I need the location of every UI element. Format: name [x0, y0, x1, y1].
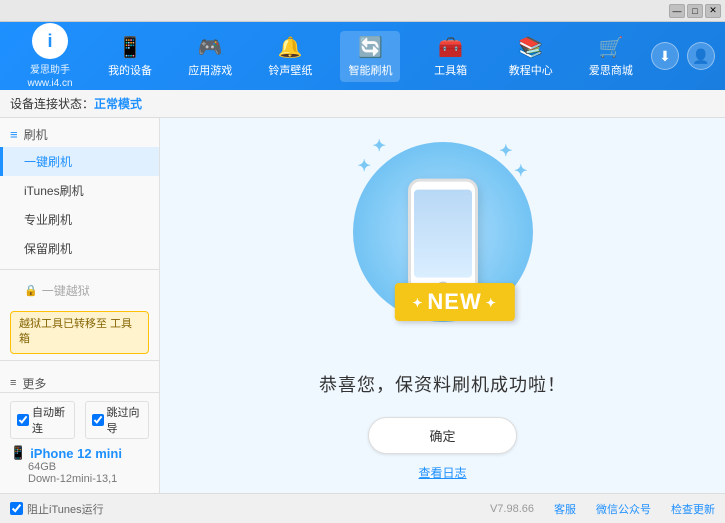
status-value: 正常模式	[94, 95, 142, 112]
status-bar: 设备连接状态： 正常模式	[0, 90, 725, 118]
device-phone-icon: 📱	[10, 445, 26, 461]
sidebar-item-save-flash[interactable]: 保留刷机	[0, 234, 159, 263]
store-icon: 🛒	[598, 35, 623, 60]
close-button[interactable]: ✕	[705, 4, 721, 18]
main-layout: ≡ 刷机 一键刷机 iTunes刷机 专业刷机 保留刷机 🔒 一键越狱 越狱工具…	[0, 118, 725, 493]
sidebar-divider-2	[0, 360, 159, 361]
skip-wizard-input[interactable]	[92, 414, 104, 426]
checkbox-row: 自动断连 跳过向导	[10, 401, 149, 439]
my-device-icon: 📱	[118, 35, 143, 60]
version-text: V7.98.66	[490, 503, 534, 515]
sparkle-1: ✦	[373, 136, 386, 156]
header-actions: ⬇ 👤	[651, 42, 715, 70]
nav-apps-games[interactable]: 🎮 应用游戏	[180, 31, 240, 82]
disabled-label: 一键越狱	[42, 282, 90, 299]
confirm-button[interactable]: 确定	[368, 417, 516, 454]
status-label: 设备连接状态：	[10, 95, 94, 112]
more-section-header: ≡ 更多	[0, 367, 159, 392]
device-info: 📱 iPhone 12 mini 64GB Down-12mini-13,1	[10, 445, 149, 485]
sparkle-4: ✦	[358, 156, 371, 176]
success-text: 恭喜您，保资料刷机成功啦！	[319, 371, 566, 397]
logo-area: i 爱思助手 www.i4.cn	[10, 23, 90, 89]
sidebar-bottom: 自动断连 跳过向导 📱 iPhone 12 mini 64GB Down-12m…	[0, 392, 159, 493]
phone-illustration: ✦ ✦ ✦ ✦ NEW	[343, 131, 543, 351]
new-badge: NEW	[394, 283, 514, 321]
block-itunes-checkbox[interactable]	[10, 502, 23, 515]
nav-tutorials-label: 教程中心	[509, 62, 553, 78]
flash-section-icon: ≡	[10, 127, 18, 142]
nav-apps-games-label: 应用游戏	[188, 62, 232, 78]
more-section-label: 更多	[22, 375, 46, 392]
flash-section-label: 刷机	[24, 126, 48, 143]
minimize-button[interactable]: —	[669, 4, 685, 18]
nav-ringtones-label: 铃声壁纸	[268, 62, 312, 78]
flash-section-header: ≡ 刷机	[0, 118, 159, 147]
nav-my-device[interactable]: 📱 我的设备	[100, 31, 160, 82]
sidebar-divider-1	[0, 269, 159, 270]
smart-flash-icon: 🔄	[358, 35, 383, 60]
wechat-link[interactable]: 微信公众号	[596, 501, 651, 517]
nav-store[interactable]: 🛒 爱思商城	[581, 31, 641, 82]
device-model: Down-12mini-13,1	[10, 473, 149, 485]
device-name-text: iPhone 12 mini	[30, 446, 122, 461]
title-bar: — □ ✕	[0, 0, 725, 22]
nav-smart-flash[interactable]: 🔄 智能刷机	[340, 31, 400, 82]
block-itunes-label: 阻止iTunes运行	[27, 501, 104, 517]
sparkle-3: ✦	[514, 161, 527, 181]
device-storage: 64GB	[10, 461, 149, 473]
nav-my-device-label: 我的设备	[108, 62, 152, 78]
sidebar-scroll: ≡ 刷机 一键刷机 iTunes刷机 专业刷机 保留刷机 🔒 一键越狱 越狱工具…	[0, 118, 159, 392]
apps-games-icon: 🎮	[198, 35, 223, 60]
header: i 爱思助手 www.i4.cn 📱 我的设备 🎮 应用游戏 🔔 铃声壁纸 🔄 …	[0, 22, 725, 90]
sidebar-notice: 越狱工具已转移至 工具箱	[10, 311, 149, 354]
user-button[interactable]: 👤	[687, 42, 715, 70]
logo-icon: i	[32, 23, 68, 59]
sidebar-item-pro-flash[interactable]: 专业刷机	[0, 205, 159, 234]
content-area: ✦ ✦ ✦ ✦ NEW 恭喜您，保资料刷机成功啦！ 确定 查看日志	[160, 118, 725, 493]
tutorials-icon: 📚	[518, 35, 543, 60]
bottom-bar-left: 阻止iTunes运行	[10, 501, 490, 517]
device-name: 📱 iPhone 12 mini	[10, 445, 149, 461]
lock-icon: 🔒	[24, 284, 38, 297]
nav-ringtones[interactable]: 🔔 铃声壁纸	[260, 31, 320, 82]
phone-body	[408, 178, 478, 298]
nav-bar: 📱 我的设备 🎮 应用游戏 🔔 铃声壁纸 🔄 智能刷机 🧰 工具箱 📚 教程中心…	[90, 31, 651, 82]
sidebar-item-one-click-flash[interactable]: 一键刷机	[0, 147, 159, 176]
sidebar-item-jailbreak-disabled: 🔒 一键越狱	[0, 276, 159, 305]
ringtones-icon: 🔔	[278, 35, 303, 60]
nav-tutorials[interactable]: 📚 教程中心	[501, 31, 561, 82]
sidebar: ≡ 刷机 一键刷机 iTunes刷机 专业刷机 保留刷机 🔒 一键越狱 越狱工具…	[0, 118, 160, 493]
logo-name: 爱思助手	[30, 61, 70, 76]
nav-smart-flash-label: 智能刷机	[348, 62, 392, 78]
maximize-button[interactable]: □	[687, 4, 703, 18]
skip-wizard-label: 跳过向导	[107, 404, 143, 436]
bottom-bar-right: V7.98.66 客服 微信公众号 检查更新	[490, 501, 715, 517]
bottom-bar: 阻止iTunes运行 V7.98.66 客服 微信公众号 检查更新	[0, 493, 725, 523]
auto-disconnect-checkbox[interactable]: 自动断连	[10, 401, 75, 439]
toolbox-icon: 🧰	[438, 35, 463, 60]
phone-screen	[414, 189, 472, 277]
check-update-link[interactable]: 检查更新	[671, 501, 715, 517]
skip-wizard-checkbox[interactable]: 跳过向导	[85, 401, 150, 439]
log-link[interactable]: 查看日志	[418, 464, 466, 481]
customer-service-link[interactable]: 客服	[554, 501, 576, 517]
sparkle-2: ✦	[499, 141, 512, 161]
download-button[interactable]: ⬇	[651, 42, 679, 70]
nav-toolbox[interactable]: 🧰 工具箱	[421, 31, 481, 82]
auto-disconnect-input[interactable]	[17, 414, 29, 426]
nav-toolbox-label: 工具箱	[434, 62, 467, 78]
logo-url: www.i4.cn	[27, 78, 72, 89]
auto-disconnect-label: 自动断连	[32, 404, 68, 436]
sidebar-item-itunes-flash[interactable]: iTunes刷机	[0, 176, 159, 205]
nav-store-label: 爱思商城	[589, 62, 633, 78]
more-section-icon: ≡	[10, 377, 16, 389]
